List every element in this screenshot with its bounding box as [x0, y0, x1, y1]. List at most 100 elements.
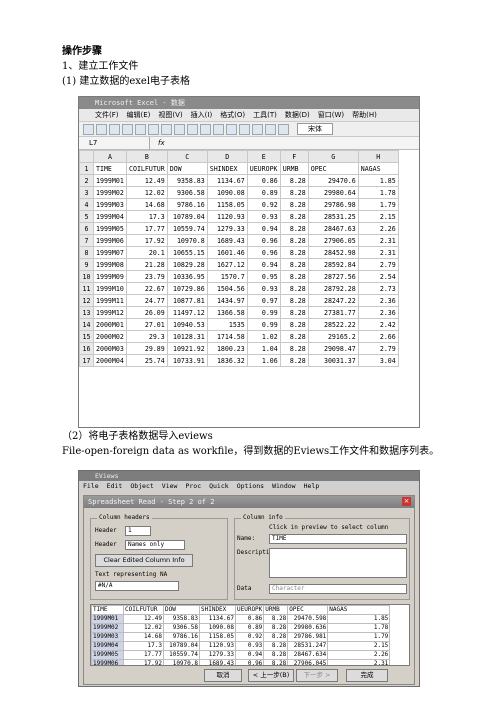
cell[interactable]: 2.31	[357, 246, 399, 259]
cell[interactable]: 1434.97	[206, 294, 248, 307]
preview-cell[interactable]: 2.31	[327, 659, 391, 665]
cell[interactable]: 10940.53	[166, 318, 208, 331]
cell[interactable]: 1999M10	[93, 282, 127, 295]
preview-cell[interactable]: 0.94	[234, 650, 265, 660]
column-name-input[interactable]: TIME	[269, 534, 407, 544]
data-preview-pane[interactable]: TIME COILFUTUR DOW SHINDEX UEUROPK URMB OPEC NA…	[90, 604, 410, 666]
cell[interactable]: 28531.25	[307, 210, 359, 223]
cell[interactable]: 10336.95	[166, 270, 208, 283]
row-number[interactable]: 3	[79, 186, 94, 199]
cell[interactable]: 0.89	[246, 186, 281, 199]
cell[interactable]: 8.28	[279, 270, 309, 283]
cell[interactable]: SHINDEX	[206, 162, 248, 175]
cell[interactable]: 1279.33	[206, 222, 248, 235]
cell[interactable]: 8.28	[279, 342, 309, 355]
preview-cell[interactable]: 17.77	[123, 650, 164, 660]
preview-cell[interactable]: 1689.43	[199, 659, 236, 665]
column-header[interactable]: D	[206, 150, 248, 163]
cell[interactable]: 2.54	[357, 270, 399, 283]
preview-cell[interactable]: 29980.636	[287, 623, 329, 633]
cell[interactable]: 25.74	[126, 354, 168, 367]
preview-cell[interactable]: 12.02	[123, 623, 164, 633]
cell[interactable]: 8.28	[279, 174, 309, 187]
cell[interactable]: 1999M03	[93, 198, 127, 211]
cell[interactable]: 0.92	[246, 198, 281, 211]
description-textarea[interactable]	[269, 548, 407, 578]
cell[interactable]: 8.28	[279, 294, 309, 307]
cell[interactable]: 9786.16	[166, 198, 208, 211]
preview-cell[interactable]: 28467.634	[287, 650, 329, 660]
preview-cell[interactable]: 1999M02	[91, 623, 124, 633]
preview-cell[interactable]: 8.28	[263, 659, 289, 665]
open-icon[interactable]	[96, 123, 107, 135]
cell[interactable]: 11497.12	[166, 306, 208, 319]
cell[interactable]: 12.49	[126, 174, 168, 187]
cell[interactable]: URMB	[279, 162, 309, 175]
cell[interactable]: 1.79	[357, 198, 399, 211]
preview-cell[interactable]: 1.78	[327, 623, 391, 633]
cell[interactable]: 9306.58	[166, 186, 208, 199]
cell[interactable]: 1999M05	[93, 222, 127, 235]
cell[interactable]: 1999M06	[93, 234, 127, 247]
preview-cell[interactable]: 28531.247	[287, 641, 329, 651]
cell[interactable]: 1120.93	[206, 210, 248, 223]
cell[interactable]: 22.67	[126, 282, 168, 295]
preview-cell[interactable]: 9786.16	[163, 632, 200, 642]
row-number[interactable]: 6	[79, 222, 94, 235]
preview-column-header[interactable]: TIME	[91, 605, 124, 615]
cell[interactable]: 1999M01	[93, 174, 127, 187]
preview-icon[interactable]	[135, 123, 146, 135]
cell[interactable]: 0.96	[246, 234, 281, 247]
cell[interactable]: 2.31	[357, 234, 399, 247]
column-header[interactable]: G	[307, 150, 359, 163]
excel-menu-item[interactable]: 格式(O)	[220, 109, 245, 121]
cell[interactable]: 1090.08	[206, 186, 248, 199]
row-number[interactable]: 7	[79, 234, 94, 247]
cell[interactable]: 1366.58	[206, 306, 248, 319]
cell[interactable]: 10559.74	[166, 222, 208, 235]
preview-cell[interactable]: 29470.598	[287, 614, 329, 624]
autosum-icon[interactable]	[226, 123, 237, 135]
preview-cell[interactable]: 0.89	[234, 623, 265, 633]
preview-cell[interactable]: 1090.08	[199, 623, 236, 633]
row-number[interactable]: 2	[79, 174, 94, 187]
cell[interactable]: 1836.32	[206, 354, 248, 367]
cell[interactable]: 10789.04	[166, 210, 208, 223]
row-number[interactable]: 13	[79, 306, 94, 319]
cell[interactable]: 2.36	[357, 294, 399, 307]
close-icon[interactable]: ×	[402, 497, 411, 506]
data-type-select[interactable]: Character	[269, 584, 407, 594]
cell[interactable]: 0.93	[246, 210, 281, 223]
cell[interactable]: 20.1	[126, 246, 168, 259]
cell[interactable]: 1570.7	[206, 270, 248, 283]
cell[interactable]: 30031.37	[307, 354, 359, 367]
preview-column-header[interactable]: URMB	[263, 605, 289, 615]
cell[interactable]: 28592.84	[307, 258, 359, 271]
column-header[interactable]: E	[246, 150, 281, 163]
cell[interactable]: 10729.86	[166, 282, 208, 295]
cell[interactable]: 8.28	[279, 306, 309, 319]
cell[interactable]: 10733.91	[166, 354, 208, 367]
preview-cell[interactable]: 0.93	[234, 641, 265, 651]
cell[interactable]: 1689.43	[206, 234, 248, 247]
cell[interactable]: 28467.63	[307, 222, 359, 235]
preview-cell[interactable]: 0.86	[234, 614, 265, 624]
cell[interactable]: 10655.15	[166, 246, 208, 259]
preview-cell[interactable]: 14.68	[123, 632, 164, 642]
preview-cell[interactable]: 27906.045	[287, 659, 329, 665]
preview-cell[interactable]: 8.28	[263, 623, 289, 633]
row-number[interactable]: 9	[79, 258, 94, 271]
row-number[interactable]: 5	[79, 210, 94, 223]
row-number[interactable]: 17	[79, 354, 94, 367]
eviews-menu-item[interactable]: Window	[272, 481, 295, 491]
cell[interactable]: 8.28	[279, 234, 309, 247]
cell[interactable]: 1158.05	[206, 198, 248, 211]
eviews-menu-item[interactable]: Object	[130, 481, 153, 491]
cell[interactable]: 8.28	[279, 282, 309, 295]
cell[interactable]: 2.79	[357, 258, 399, 271]
cell[interactable]: 29.3	[126, 330, 168, 343]
cell[interactable]: 29098.47	[307, 342, 359, 355]
cell[interactable]: 0.86	[246, 174, 281, 187]
cell[interactable]: 21.28	[126, 258, 168, 271]
preview-cell[interactable]: 1999M01	[91, 614, 124, 624]
